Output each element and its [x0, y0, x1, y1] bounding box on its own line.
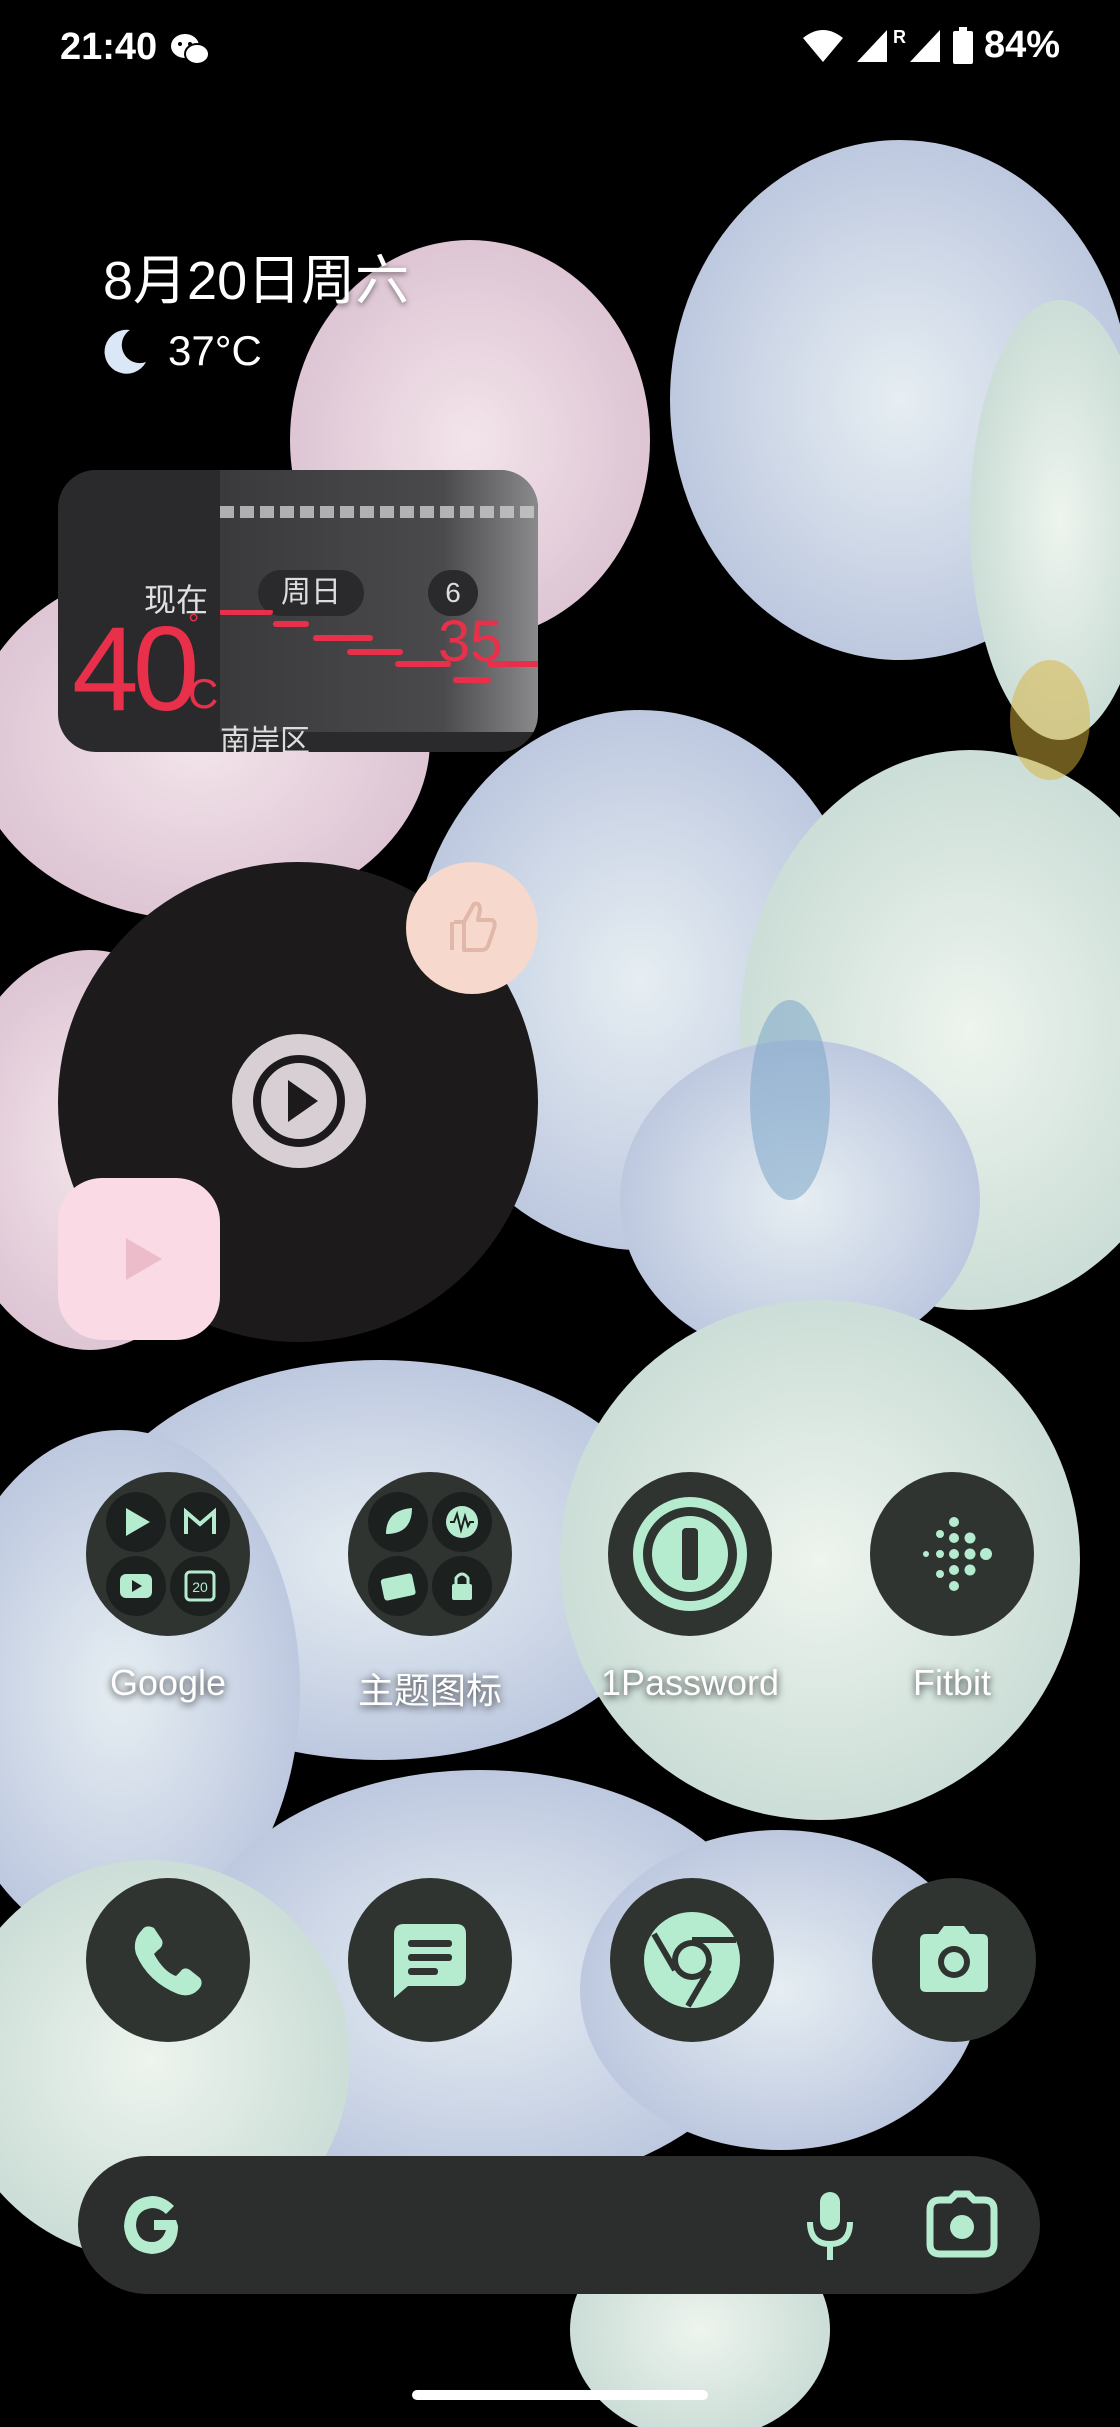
thumbs-up-icon — [450, 901, 497, 952]
svg-text:20: 20 — [192, 1579, 208, 1595]
temperature: 37°C — [168, 327, 262, 374]
google-folder-icon: 20 — [86, 1472, 250, 1636]
forecast-ticks — [220, 506, 538, 518]
play-store-icon — [106, 1492, 166, 1552]
app-label: Google — [109, 1662, 227, 1703]
play-button[interactable] — [232, 1034, 366, 1168]
messages-app[interactable] — [348, 1878, 512, 2042]
area-label: 南岸区 — [220, 725, 310, 752]
wallet-icon — [368, 1556, 428, 1616]
signal-icon — [856, 29, 887, 62]
google-search-bar[interactable] — [78, 2156, 1040, 2294]
phone-app[interactable] — [86, 1878, 250, 2042]
app-1password[interactable]: 1Password — [580, 1472, 800, 1704]
weather-summary[interactable]: 37°C — [100, 326, 262, 376]
messages-icon — [394, 1924, 466, 1998]
app-fitbit[interactable]: Fitbit — [842, 1472, 1062, 1704]
wechat-icon — [171, 34, 210, 65]
degree-mark: ° — [188, 608, 200, 639]
status-bar: 21:40 R 84% — [0, 0, 1120, 100]
app-label: 1Password — [600, 1662, 780, 1703]
wifi-icon — [802, 29, 843, 62]
navigation-handle[interactable] — [412, 2390, 708, 2400]
phone-icon — [134, 1926, 202, 1996]
play-icon — [253, 1055, 345, 1147]
forecast-temperature: 35 — [438, 609, 503, 674]
calendar-icon: 20 — [170, 1556, 230, 1616]
sound-wave-icon — [432, 1492, 492, 1552]
signal-icon — [909, 29, 940, 62]
battery-icon — [952, 26, 973, 64]
youtube-music-button[interactable] — [58, 1178, 220, 1340]
youtube-icon — [106, 1556, 166, 1616]
app-label: Fitbit — [912, 1662, 991, 1703]
leaf-icon — [368, 1492, 428, 1552]
battery-percentage: 84% — [983, 24, 1060, 66]
camera-app[interactable] — [872, 1878, 1036, 2042]
app-google-folder[interactable]: 20 Google — [58, 1472, 278, 1704]
theme-icons-folder-icon — [348, 1472, 512, 1636]
status-time: 21:40 — [60, 26, 158, 68]
fitbit-icon — [870, 1472, 1034, 1636]
weather-widget[interactable]: 现在 40 ° C 周日 6 35 南岸区 — [58, 470, 538, 752]
google-g-icon[interactable] — [118, 2190, 188, 2260]
app-theme-icons-folder[interactable]: 主题图标 — [320, 1472, 540, 1714]
chrome-icon — [644, 1912, 740, 2008]
play-icon — [126, 1238, 162, 1280]
temperature-unit: C — [188, 670, 219, 717]
app-label: 主题图标 — [357, 1670, 502, 1711]
gmail-icon — [170, 1492, 230, 1552]
camera-icon — [920, 1926, 988, 1992]
lens-icon[interactable] — [924, 2190, 1000, 2260]
moon-icon — [104, 329, 146, 374]
microphone-icon[interactable] — [800, 2188, 860, 2264]
like-button[interactable] — [406, 862, 538, 994]
chrome-app[interactable] — [610, 1878, 774, 2042]
date-label[interactable]: 8月20日周六 — [103, 236, 409, 315]
lock-icon — [432, 1556, 492, 1616]
roaming-indicator: R — [892, 27, 906, 47]
current-temperature: 40 — [72, 602, 200, 736]
1password-icon — [608, 1472, 772, 1636]
